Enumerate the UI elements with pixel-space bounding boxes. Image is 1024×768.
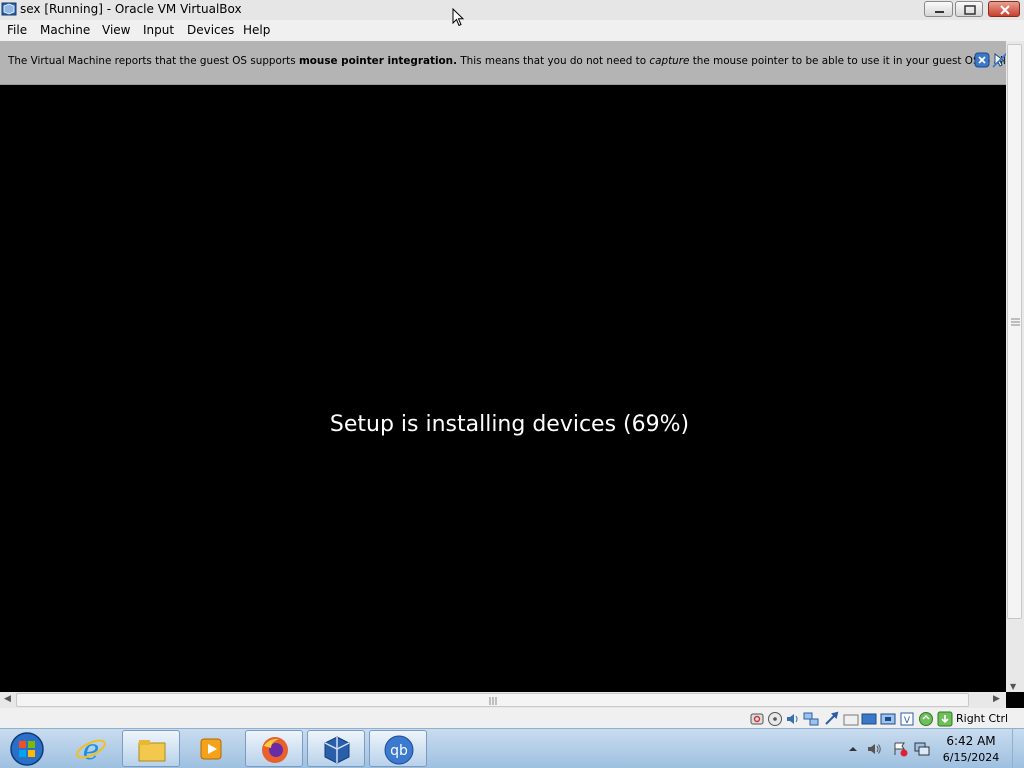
keyboard-icon[interactable] (937, 711, 953, 727)
grip-icon (1011, 318, 1020, 326)
horizontal-scroll-thumb[interactable] (16, 693, 969, 707)
media-player-icon (200, 738, 222, 760)
window-title: sex [Running] - Oracle VM VirtualBox (20, 2, 242, 16)
title-bar[interactable]: sex [Running] - Oracle VM VirtualBox (0, 0, 1024, 20)
status-bar: V Right Ctrl (0, 708, 1024, 728)
guest-display[interactable]: Setup is installing devices (69%) (0, 85, 1006, 692)
menu-input[interactable]: Input (143, 23, 174, 37)
menu-devices[interactable]: Devices (187, 23, 234, 37)
setup-progress-message: Setup is installing devices (69%) (329, 412, 690, 437)
svg-text:e: e (83, 733, 100, 765)
shared-folders-icon[interactable] (843, 711, 859, 727)
dismiss-notice-icon[interactable] (974, 52, 990, 68)
vertical-scrollbar[interactable]: ▼ (1006, 41, 1024, 692)
taskbar-firefox[interactable] (245, 730, 303, 767)
horizontal-scrollbar[interactable]: ◀ ▶ (0, 692, 1006, 708)
menu-bar: File Machine View Input Devices Help (0, 20, 1024, 41)
taskbar-file-explorer[interactable] (122, 730, 180, 767)
mouse-integration-notice: The Virtual Machine reports that the gue… (0, 41, 1024, 85)
taskbar: e qb 6:42 AM 6/15/2024 (0, 728, 1024, 768)
audio-icon[interactable] (785, 711, 801, 727)
minimize-button[interactable] (924, 1, 953, 17)
start-button-icon[interactable] (8, 731, 46, 767)
display-icon[interactable] (861, 711, 877, 727)
close-button[interactable] (988, 1, 1020, 17)
mouse-integration-icon[interactable] (918, 711, 934, 727)
svg-text:qb: qb (390, 743, 408, 759)
menu-machine[interactable]: Machine (40, 23, 90, 37)
scroll-right-arrow-icon[interactable]: ▶ (993, 694, 1000, 704)
mouse-cursor-icon (452, 8, 465, 27)
close-icon (1000, 5, 1010, 15)
virtualization-icon[interactable]: V (899, 711, 915, 727)
taskbar-internet-explorer[interactable]: e (62, 730, 120, 767)
maximize-button[interactable] (955, 1, 983, 17)
restore-icon (964, 5, 976, 15)
hard-disk-icon[interactable] (749, 711, 765, 727)
show-desktop-button[interactable] (1012, 729, 1024, 768)
file-explorer-icon (138, 740, 166, 762)
taskbar-qbittorrent[interactable]: qb (369, 730, 427, 767)
menu-help[interactable]: Help (243, 23, 270, 37)
usb-icon[interactable] (823, 711, 839, 727)
firefox-icon (262, 737, 288, 763)
action-center-icon[interactable] (892, 741, 908, 757)
taskbar-media-player[interactable] (182, 730, 240, 767)
menu-file[interactable]: File (7, 23, 27, 37)
taskbar-virtualbox[interactable] (307, 730, 365, 767)
qbittorrent-icon: qb (384, 735, 414, 765)
video-capture-icon[interactable] (880, 711, 896, 727)
menu-view[interactable]: View (102, 23, 130, 37)
network-tray-icon[interactable] (914, 741, 930, 757)
scroll-down-arrow-icon[interactable]: ▼ (1010, 682, 1016, 691)
volume-icon[interactable] (866, 741, 882, 757)
grip-icon (489, 697, 497, 705)
clock-date[interactable]: 6/15/2024 (940, 751, 1002, 764)
show-hidden-icons-icon[interactable] (845, 741, 861, 757)
notice-text: The Virtual Machine reports that the gue… (8, 55, 1024, 67)
scroll-left-arrow-icon[interactable]: ◀ (4, 694, 11, 704)
virtualbox-icon (1, 2, 17, 16)
minimize-icon (935, 11, 944, 13)
virtualbox-icon (324, 736, 350, 764)
network-icon[interactable] (803, 711, 819, 727)
clock-time[interactable]: 6:42 AM (940, 734, 1002, 748)
svg-text:V: V (904, 716, 911, 726)
internet-explorer-icon: e (76, 733, 106, 765)
host-key-label: Right Ctrl (956, 712, 1009, 725)
optical-drive-icon[interactable] (767, 711, 783, 727)
vertical-scroll-thumb[interactable] (1007, 44, 1022, 619)
